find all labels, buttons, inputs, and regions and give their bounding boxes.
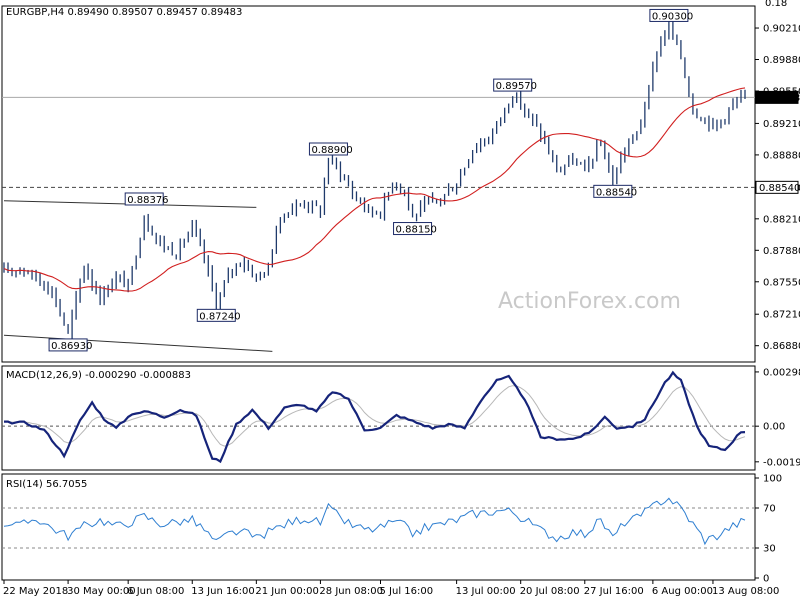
time-axis: 22 May 201830 May 00:006 Jun 08:00 13 Jun…: [3, 580, 779, 597]
macd-axis: 0.002984 0.00 -0.00196: [755, 367, 800, 468]
time-tick-label: 13 Jun 16:00: [191, 586, 255, 597]
price-tick-label: 0.89880: [763, 55, 800, 66]
price-tick-label: 0.87880: [763, 246, 800, 257]
price-tick-label: 0.90210: [763, 24, 800, 35]
annotation-label: 0.87240: [199, 311, 240, 322]
time-tick-label: 13 Aug 08:00: [712, 586, 779, 597]
rsi-tick-label: 0: [763, 574, 769, 585]
current-price-label: 0.89483: [759, 93, 800, 104]
price-tick-label: 0.88880: [763, 150, 800, 161]
rsi-axis: 100 70 30 0: [755, 474, 782, 585]
annotation-label: 0.89570: [496, 81, 537, 92]
price-tick-label: 0.88210: [763, 214, 800, 225]
rsi-panel-frame: [1, 473, 756, 581]
macd-tick-label: 0.002984: [763, 367, 800, 378]
macd-tick-label: -0.00196: [763, 457, 800, 468]
level-price-label: 0.88540: [759, 183, 800, 194]
time-tick-label: 5 Jul 16:00: [380, 586, 434, 597]
watermark: ActionForex.com: [498, 289, 681, 314]
annotation-label: 0.88376: [127, 195, 168, 206]
time-tick-label: 6 Jun 08:00: [127, 586, 184, 597]
price-tick-label: 0.87210: [763, 310, 800, 321]
macd-tick-label: 0.00: [763, 422, 785, 433]
price-tick-label: 0.87550: [763, 277, 800, 288]
annotation-label: 0.88900: [311, 145, 352, 156]
annotation-label: 0.90300: [652, 11, 693, 22]
price-tick-label: 0.86880: [763, 341, 800, 352]
time-tick-label: 30 May 00:00: [67, 586, 136, 597]
annotation-label: 0.88540: [596, 187, 637, 198]
time-tick-label: 13 Jul 00:00: [456, 586, 516, 597]
time-tick-label: 21 Jun 00:00: [255, 586, 319, 597]
rsi-tick-label: 70: [763, 504, 776, 515]
chart-canvas: ActionForex.com EURGBP,H4 0.89490 0.8950…: [1, 0, 800, 597]
macd-header: MACD(12,26,9) -0.000290 -0.000883: [6, 370, 191, 381]
time-tick-label: 6 Aug 00:00: [652, 586, 713, 597]
price-tick-label: 0.89210: [763, 119, 800, 130]
price-axis: 0.902100.898800.895500.892100.888800.885…: [755, 24, 800, 352]
annotation-label: 0.88150: [396, 225, 437, 236]
annotation-label: 0.86930: [51, 341, 92, 352]
time-tick-label: 28 Jun 08:00: [319, 586, 383, 597]
macd-panel-frame: [1, 365, 756, 471]
rsi-tick-label: 30: [763, 544, 776, 555]
symbol-header: EURGBP,H4 0.89490 0.89507 0.89457 0.8948…: [6, 7, 242, 18]
top-right-label: 0.18: [765, 0, 787, 9]
time-tick-label: 20 Jul 08:00: [520, 586, 580, 597]
time-tick-label: 22 May 2018: [3, 586, 68, 597]
time-tick-label: 27 Jul 16:00: [584, 586, 644, 597]
rsi-tick-label: 100: [763, 474, 782, 485]
rsi-header: RSI(14) 56.7055: [6, 479, 87, 490]
